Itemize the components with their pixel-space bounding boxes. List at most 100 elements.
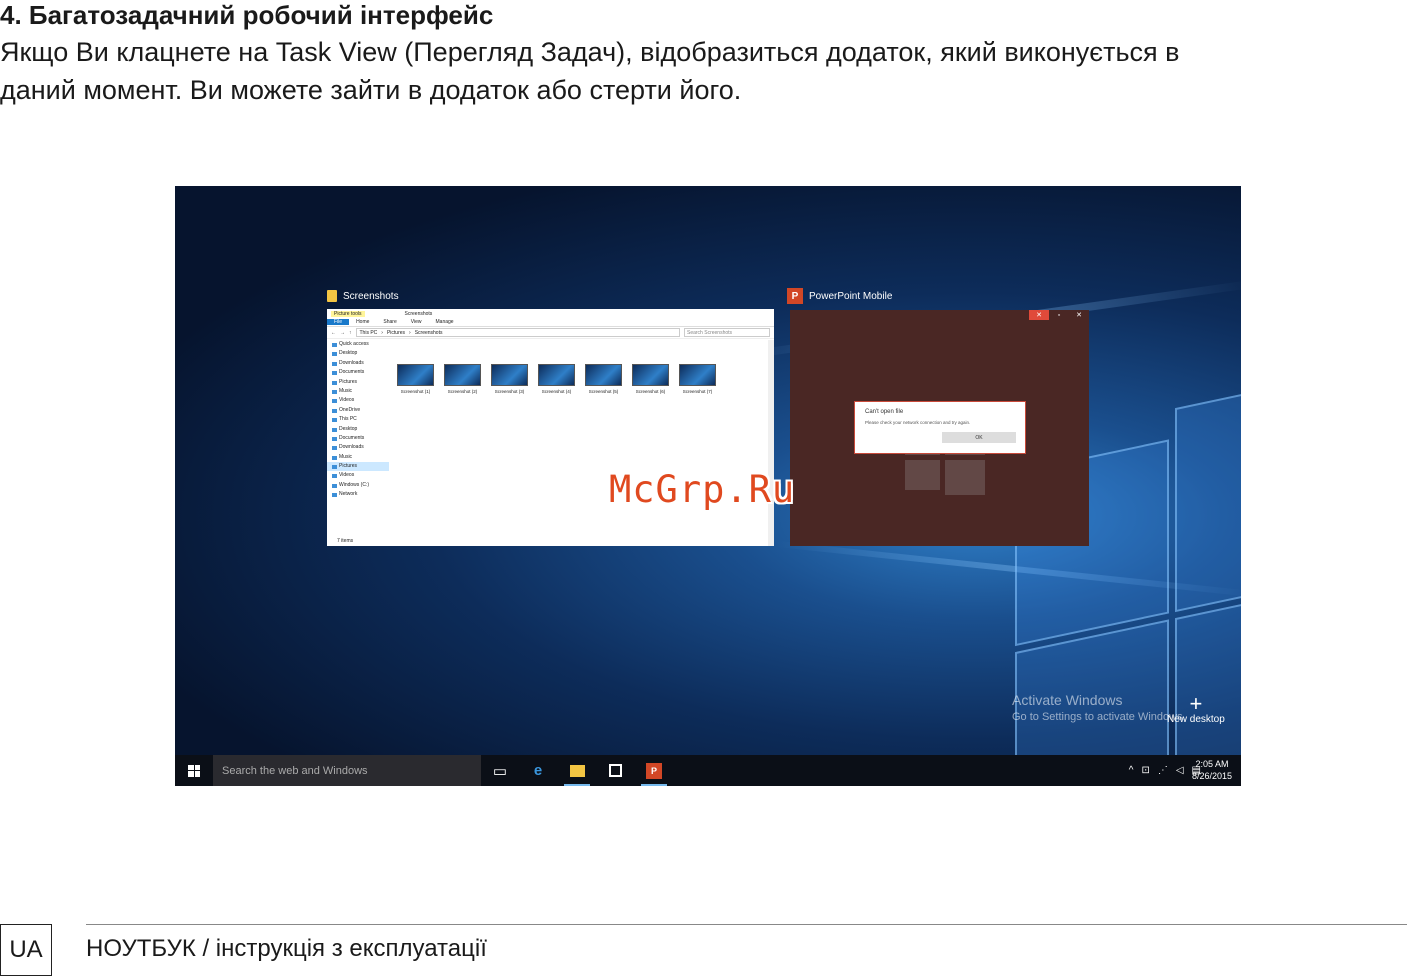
paragraph-line-2: даний момент. Ви можете зайти в додаток …: [0, 75, 742, 105]
dialog-message: Please check your network connection and…: [865, 420, 971, 425]
thumbnail-image: [585, 364, 622, 386]
start-button[interactable]: [175, 755, 213, 786]
network-icon[interactable]: ⊡: [1141, 765, 1149, 776]
nav-item[interactable]: Documents: [327, 368, 389, 377]
new-desktop-label: New desktop: [1167, 714, 1225, 725]
task-view-icon[interactable]: ▭: [483, 755, 517, 786]
clock[interactable]: 2:05 AM 8/26/2015: [1192, 758, 1232, 782]
address-bar[interactable]: This PC › Pictures › Screenshots: [355, 328, 680, 337]
explorer-search-input[interactable]: Search Screenshots: [684, 328, 770, 337]
powerpoint-icon: P: [787, 288, 803, 304]
edge-icon[interactable]: e: [521, 755, 555, 786]
ok-button[interactable]: OK: [942, 432, 1016, 443]
activate-subtitle: Go to Settings to activate Windows.: [1012, 711, 1186, 723]
taskbar-search-input[interactable]: Search the web and Windows: [213, 755, 481, 786]
nav-item[interactable]: Quick access: [327, 340, 389, 349]
nav-item-selected[interactable]: Pictures: [327, 462, 389, 472]
explorer-window-label[interactable]: Screenshots: [327, 290, 399, 302]
clock-time: 2:05 AM: [1195, 759, 1229, 769]
nav-item[interactable]: Videos: [327, 396, 389, 405]
file-item[interactable]: Screenshot (3): [491, 364, 528, 394]
breadcrumb-pictures[interactable]: Pictures: [387, 330, 405, 336]
explorer-title: Screenshots: [404, 310, 433, 317]
plus-icon: +: [1189, 691, 1203, 716]
nav-item[interactable]: Desktop: [327, 425, 389, 434]
nav-item[interactable]: Pictures: [327, 378, 389, 387]
store-icon[interactable]: [598, 755, 632, 786]
file-item[interactable]: Screenshot (6): [632, 364, 669, 394]
activate-windows-notice: Activate Windows Go to Settings to activ…: [1012, 692, 1186, 723]
ribbon-tab-file[interactable]: File: [327, 319, 350, 325]
new-desktop-button[interactable]: + New desktop: [1167, 691, 1225, 726]
folder-icon: [327, 290, 337, 302]
volume-icon[interactable]: ◁: [1176, 765, 1184, 776]
file-name: Screenshot (6): [635, 389, 666, 394]
activate-title: Activate Windows: [1012, 692, 1123, 708]
ribbon-tab-view[interactable]: View: [404, 319, 429, 325]
ppt-window-label[interactable]: P PowerPoint Mobile: [787, 288, 892, 304]
close-window-icon[interactable]: ✕: [1069, 310, 1089, 320]
dialog-title: Can't open file: [865, 409, 904, 415]
nav-item[interactable]: Documents: [327, 434, 389, 443]
file-item[interactable]: Screenshot (7): [679, 364, 716, 394]
file-name: Screenshot (4): [541, 389, 572, 394]
file-name: Screenshot (3): [494, 389, 525, 394]
forward-arrow-icon[interactable]: →: [340, 330, 345, 336]
file-item[interactable]: Screenshot (1): [397, 364, 434, 394]
language-badge: UA: [0, 924, 52, 976]
nav-item[interactable]: Windows (C:): [327, 481, 389, 490]
close-icon[interactable]: ✕: [1029, 310, 1049, 320]
nav-item[interactable]: Music: [327, 387, 389, 396]
chevron-up-icon[interactable]: ^: [1129, 765, 1134, 776]
windows-icon: [188, 764, 200, 777]
file-name: Screenshot (7): [682, 389, 713, 394]
file-name: Screenshot (1): [400, 389, 431, 394]
footer-title: НОУТБУК / інструкція з експлуатації: [86, 935, 487, 962]
restore-icon[interactable]: ▫: [1049, 310, 1069, 320]
nav-item[interactable]: This PC: [327, 415, 389, 424]
thumbnail-image: [397, 364, 434, 386]
watermark-text: McGrp.Ru: [609, 468, 796, 511]
file-name: Screenshot (2): [447, 389, 478, 394]
thumbnail-image: [632, 364, 669, 386]
breadcrumb-this-pc[interactable]: This PC: [360, 330, 378, 336]
nav-item[interactable]: Downloads: [327, 443, 389, 452]
nav-item[interactable]: Videos: [327, 471, 389, 480]
thumbnail-image: [491, 364, 528, 386]
powerpoint-taskbar-icon[interactable]: P: [637, 755, 671, 786]
back-arrow-icon[interactable]: ←: [331, 330, 336, 336]
task-view-screenshot: Screenshots Picture tools Screenshots Fi…: [175, 186, 1241, 786]
up-arrow-icon[interactable]: ↑: [349, 330, 352, 336]
wifi-icon[interactable]: ⋰: [1158, 765, 1168, 776]
nav-item[interactable]: Music: [327, 453, 389, 462]
ribbon: File Home Share View Manage: [327, 318, 774, 327]
file-explorer-icon[interactable]: [560, 755, 594, 786]
breadcrumb-screenshots[interactable]: Screenshots: [415, 330, 443, 336]
clock-date: 8/26/2015: [1191, 771, 1232, 781]
ribbon-tab-share[interactable]: Share: [376, 319, 403, 325]
ribbon-tab-manage[interactable]: Manage: [429, 319, 461, 325]
explorer-label: Screenshots: [343, 290, 399, 302]
taskbar: Search the web and Windows ▭ e P ^ ⊡ ⋰ ◁…: [175, 755, 1241, 786]
thumbnail-image: [444, 364, 481, 386]
scrollbar[interactable]: [768, 340, 774, 546]
file-item[interactable]: Screenshot (2): [444, 364, 481, 394]
thumbnail-image: [538, 364, 575, 386]
file-item[interactable]: Screenshot (4): [538, 364, 575, 394]
file-item[interactable]: Screenshot (5): [585, 364, 622, 394]
thumbnail-image: [679, 364, 716, 386]
nav-item[interactable]: OneDrive: [327, 406, 389, 415]
ribbon-tab-home[interactable]: Home: [349, 319, 376, 325]
navigation-pane: Quick access Desktop Downloads Documents…: [327, 340, 389, 534]
paragraph-line-1: Якщо Ви клацнете на Task View (Перегляд …: [0, 37, 1180, 67]
picture-tools-tab[interactable]: Picture tools: [331, 310, 365, 317]
status-bar: 7 items: [337, 538, 354, 544]
nav-item[interactable]: Desktop: [327, 349, 389, 358]
powerpoint-window[interactable]: ✕ ▫ ✕ Can't open file Please check your …: [790, 310, 1089, 546]
nav-item[interactable]: Network: [327, 490, 389, 499]
ppt-label: PowerPoint Mobile: [809, 290, 893, 302]
file-grid: Screenshot (1) Screenshot (2) Screenshot…: [397, 364, 716, 394]
nav-item[interactable]: Downloads: [327, 359, 389, 368]
error-dialog: Can't open file Please check your networ…: [854, 401, 1026, 454]
system-tray: ^ ⊡ ⋰ ◁ ▤: [1129, 755, 1201, 786]
